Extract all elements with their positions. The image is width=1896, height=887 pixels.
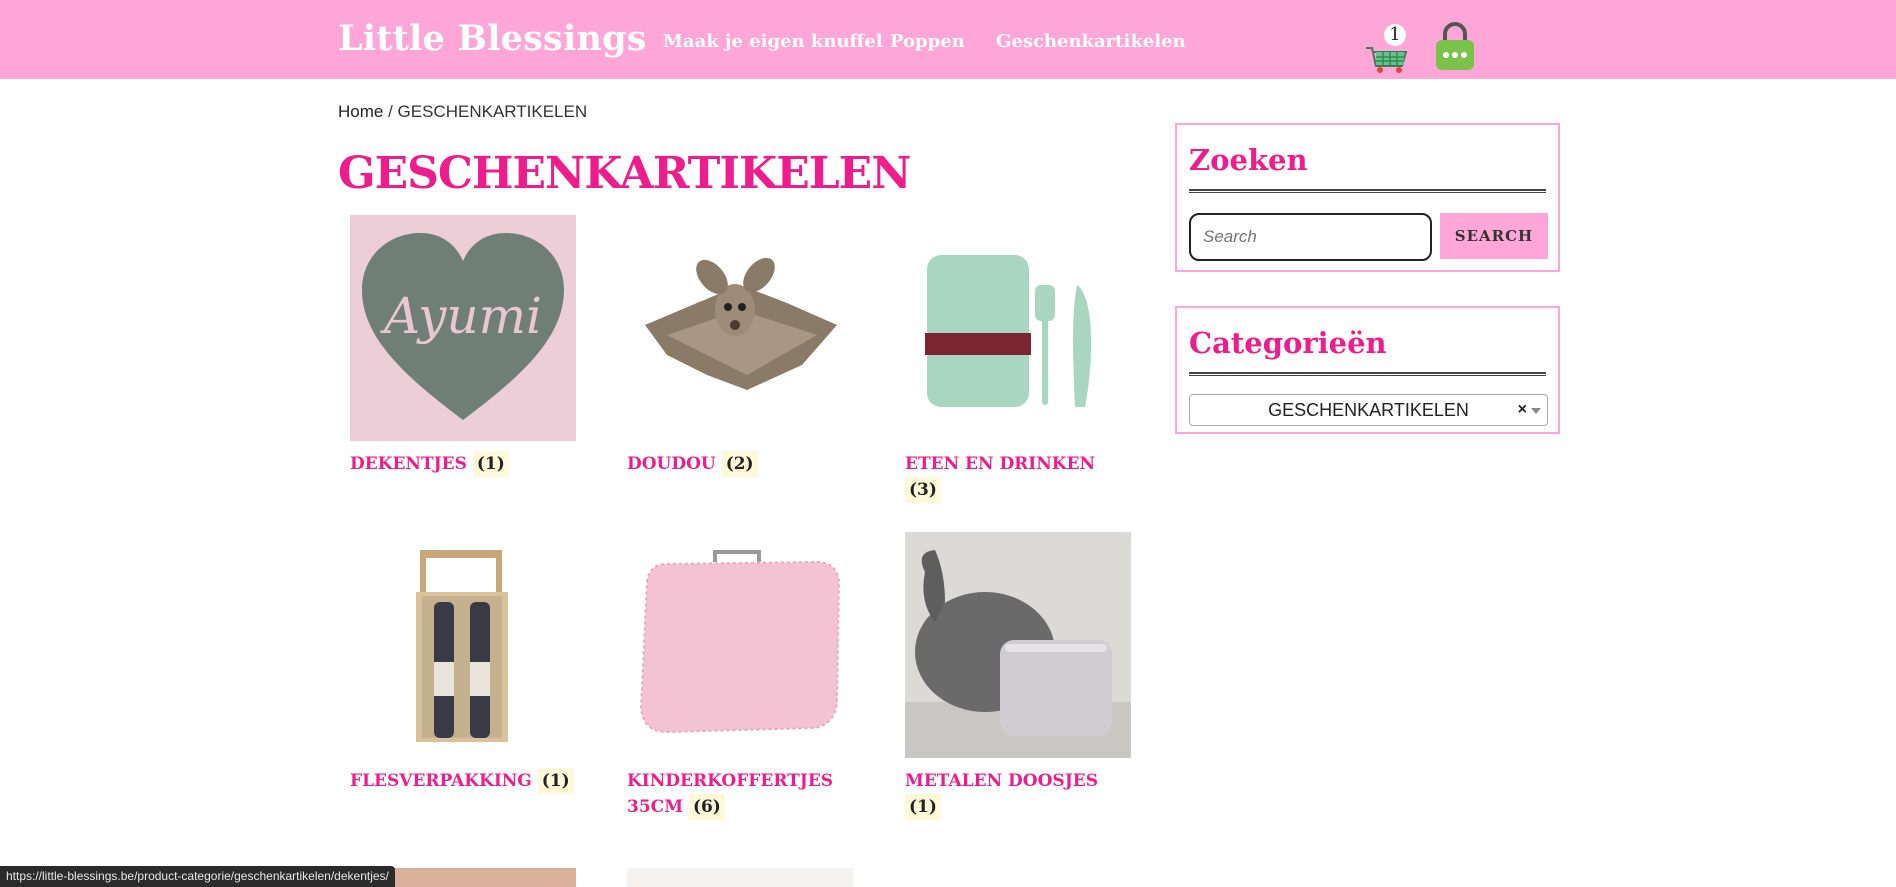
category-count: (3) — [905, 477, 941, 503]
search-widget-title: Zoeken — [1189, 143, 1308, 177]
search-input[interactable] — [1189, 213, 1432, 261]
eten-en-drinken-thumbnail[interactable] — [905, 215, 1131, 441]
browser-status-url: https://little-blessings.be/product-cate… — [0, 866, 395, 887]
doudou-thumbnail[interactable] — [627, 215, 853, 441]
nav-maak-je-eigen-knuffel[interactable]: Maak je eigen knuffel — [663, 31, 883, 52]
category-card-metalen-doosjes[interactable]: METALEN DOOSJES (1) — [905, 532, 1131, 820]
category-count: (1) — [905, 794, 941, 820]
partial-thumbnail[interactable] — [627, 868, 853, 887]
category-card-dekentjes[interactable]: Ayumi DEKENTJES (1) — [350, 215, 576, 477]
dekentjes-thumbnail[interactable]: Ayumi — [350, 215, 576, 441]
category-count: (6) — [688, 794, 725, 820]
category-name[interactable]: FLESVERPAKKING — [350, 771, 532, 791]
account-bag-icon[interactable] — [1433, 22, 1477, 72]
category-card-doudou[interactable]: DOUDOU (2) — [627, 215, 853, 477]
clear-selection-icon[interactable]: × — [1518, 395, 1527, 425]
category-count: (2) — [721, 451, 758, 477]
dekentjes-embroidery-text: Ayumi — [380, 287, 542, 345]
nav-poppen[interactable]: Poppen — [890, 31, 965, 52]
category-select-value: GESCHENKARTIKELEN — [1268, 400, 1469, 420]
metalen-doosjes-thumbnail[interactable] — [905, 532, 1131, 758]
category-card-flesverpakking[interactable]: FLESVERPAKKING (1) — [350, 532, 576, 794]
category-card-kinderkoffertjes[interactable]: KINDERKOFFERTJES 35CM (6) — [627, 532, 853, 820]
breadcrumb-separator: / — [383, 102, 398, 121]
category-name[interactable]: DOUDOU — [627, 454, 716, 474]
breadcrumb: Home / GESCHENKARTIKELEN — [338, 102, 587, 122]
category-count: (1) — [537, 768, 574, 794]
page-title: GESCHENKARTIKELEN — [338, 148, 911, 199]
kinderkoffertjes-thumbnail[interactable] — [627, 532, 853, 758]
category-card-partial-2[interactable] — [627, 868, 853, 887]
category-name[interactable]: ETEN EN DRINKEN — [905, 454, 1095, 474]
nav-geschenkartikelen[interactable]: Geschenkartikelen — [996, 31, 1186, 52]
widget-divider — [1189, 372, 1546, 376]
flesverpakking-thumbnail[interactable] — [350, 532, 576, 758]
dropdown-arrow-icon[interactable] — [1531, 408, 1541, 414]
category-card-eten-en-drinken[interactable]: ETEN EN DRINKEN (3) — [905, 215, 1131, 503]
category-count: (1) — [472, 451, 509, 477]
widget-divider — [1189, 189, 1546, 193]
breadcrumb-current: GESCHENKARTIKELEN — [397, 102, 588, 121]
category-select[interactable]: GESCHENKARTIKELEN × — [1189, 394, 1548, 426]
category-name[interactable]: KINDERKOFFERTJES 35CM — [627, 771, 833, 817]
categories-widget: Categorieën GESCHENKARTIKELEN × — [1175, 306, 1560, 434]
category-name[interactable]: DEKENTJES — [350, 454, 467, 474]
search-button[interactable]: SEARCH — [1440, 213, 1548, 259]
breadcrumb-home-link[interactable]: Home — [338, 102, 383, 121]
category-name[interactable]: METALEN DOOSJES — [905, 771, 1098, 791]
search-widget: Zoeken SEARCH — [1175, 123, 1560, 272]
cart-count-badge: 1 — [1384, 24, 1406, 46]
categories-widget-title: Categorieën — [1189, 326, 1387, 360]
site-logo[interactable]: Little Blessings — [338, 18, 647, 59]
site-header: Little Blessings Maak je eigen knuffel P… — [0, 0, 1896, 79]
